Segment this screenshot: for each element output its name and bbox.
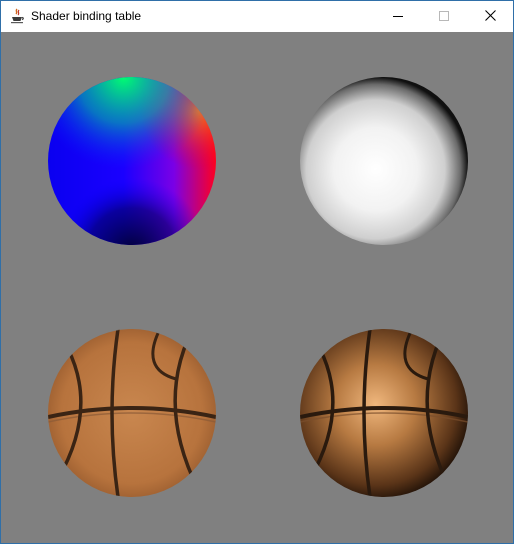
window-title: Shader binding table <box>31 9 142 23</box>
minimize-icon <box>393 8 403 26</box>
close-icon <box>484 8 496 26</box>
normal-shaded-sphere <box>48 77 216 245</box>
close-button[interactable] <box>467 1 513 32</box>
title-bar[interactable]: Shader binding table <box>1 1 513 32</box>
lit-white-sphere <box>300 77 468 245</box>
maximize-button[interactable] <box>421 1 467 32</box>
textured-basketball-sphere <box>48 329 216 497</box>
render-viewport[interactable] <box>1 32 513 543</box>
minimize-button[interactable] <box>375 1 421 32</box>
maximize-icon <box>439 8 449 26</box>
java-cup-icon <box>9 8 25 24</box>
lit-textured-basketball-sphere <box>300 329 468 497</box>
app-window: Shader binding table <box>0 0 514 544</box>
